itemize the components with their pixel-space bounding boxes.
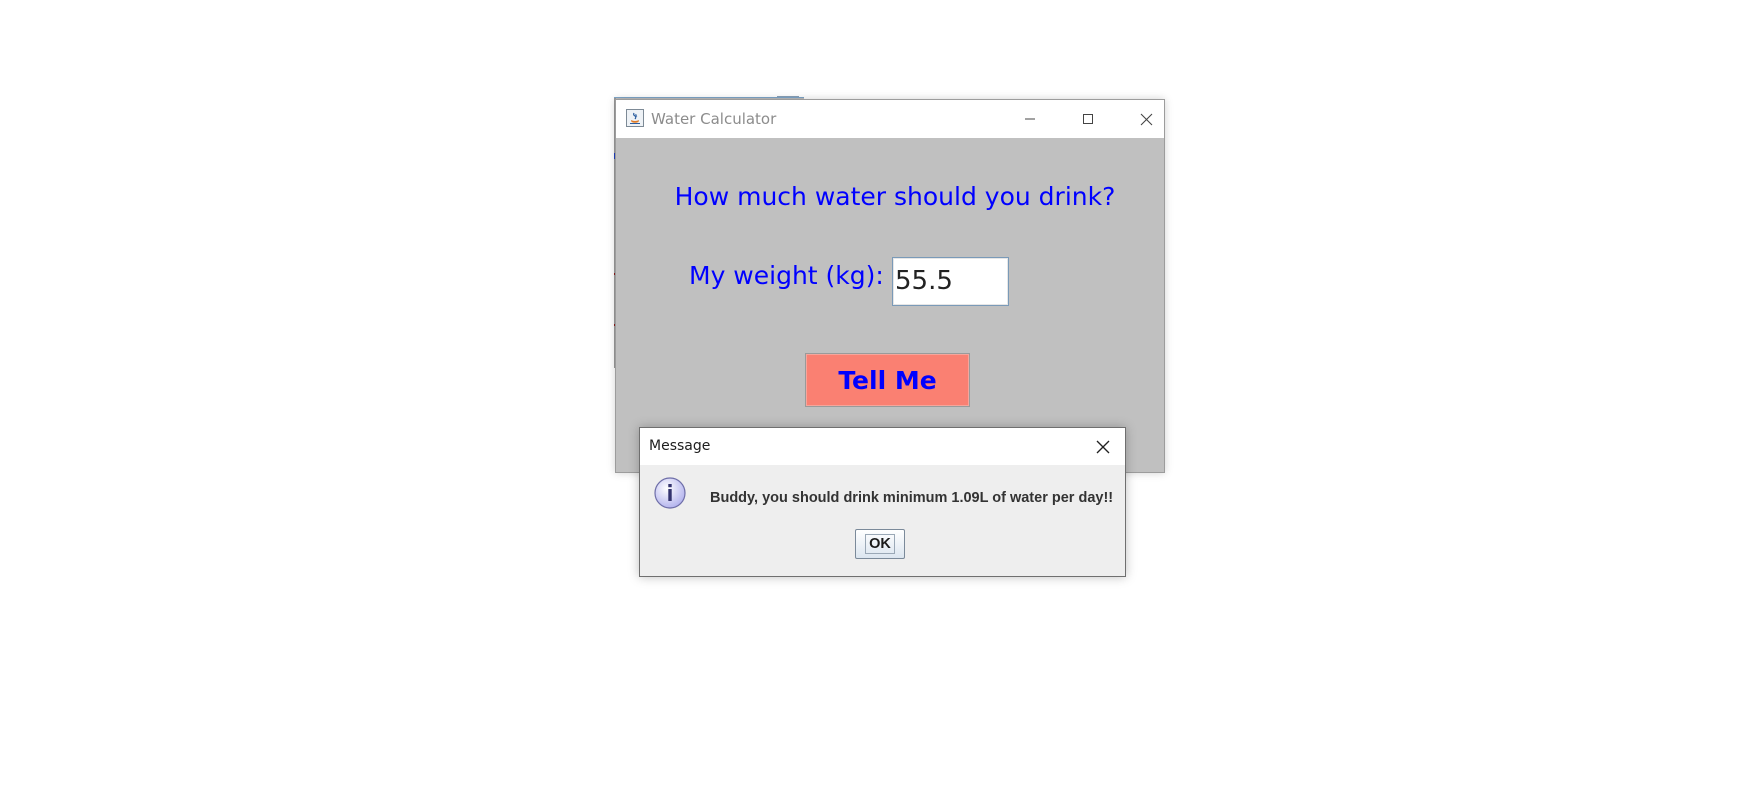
weight-input[interactable]: 55.5 bbox=[892, 257, 1009, 306]
minimize-button[interactable] bbox=[1001, 100, 1059, 138]
dialog-title-bar[interactable]: Message bbox=[640, 428, 1125, 465]
window-title: Water Calculator bbox=[651, 110, 777, 128]
maximize-button[interactable] bbox=[1059, 100, 1117, 138]
dialog-title: Message bbox=[649, 438, 711, 454]
water-calculator-window: Water Calculator How much water should y… bbox=[615, 99, 1165, 473]
ok-button-label: OK bbox=[865, 534, 895, 554]
weight-label: My weight (kg): bbox=[689, 261, 884, 290]
message-dialog: Message Buddy, you should drink minimum … bbox=[639, 427, 1126, 577]
ok-button[interactable]: OK bbox=[855, 529, 905, 559]
question-heading: How much water should you drink? bbox=[674, 182, 1116, 211]
close-button[interactable] bbox=[1117, 100, 1175, 138]
info-icon bbox=[654, 477, 686, 509]
close-icon bbox=[1140, 113, 1152, 125]
java-icon bbox=[626, 109, 644, 127]
close-icon bbox=[1096, 440, 1110, 454]
minimize-icon bbox=[1025, 118, 1035, 120]
dialog-message: Buddy, you should drink minimum 1.09L of… bbox=[710, 490, 1114, 506]
maximize-icon bbox=[1083, 114, 1093, 124]
title-bar[interactable]: Water Calculator bbox=[616, 100, 1164, 138]
dialog-close-button[interactable] bbox=[1090, 434, 1116, 460]
tell-me-button[interactable]: Tell Me bbox=[805, 353, 970, 407]
